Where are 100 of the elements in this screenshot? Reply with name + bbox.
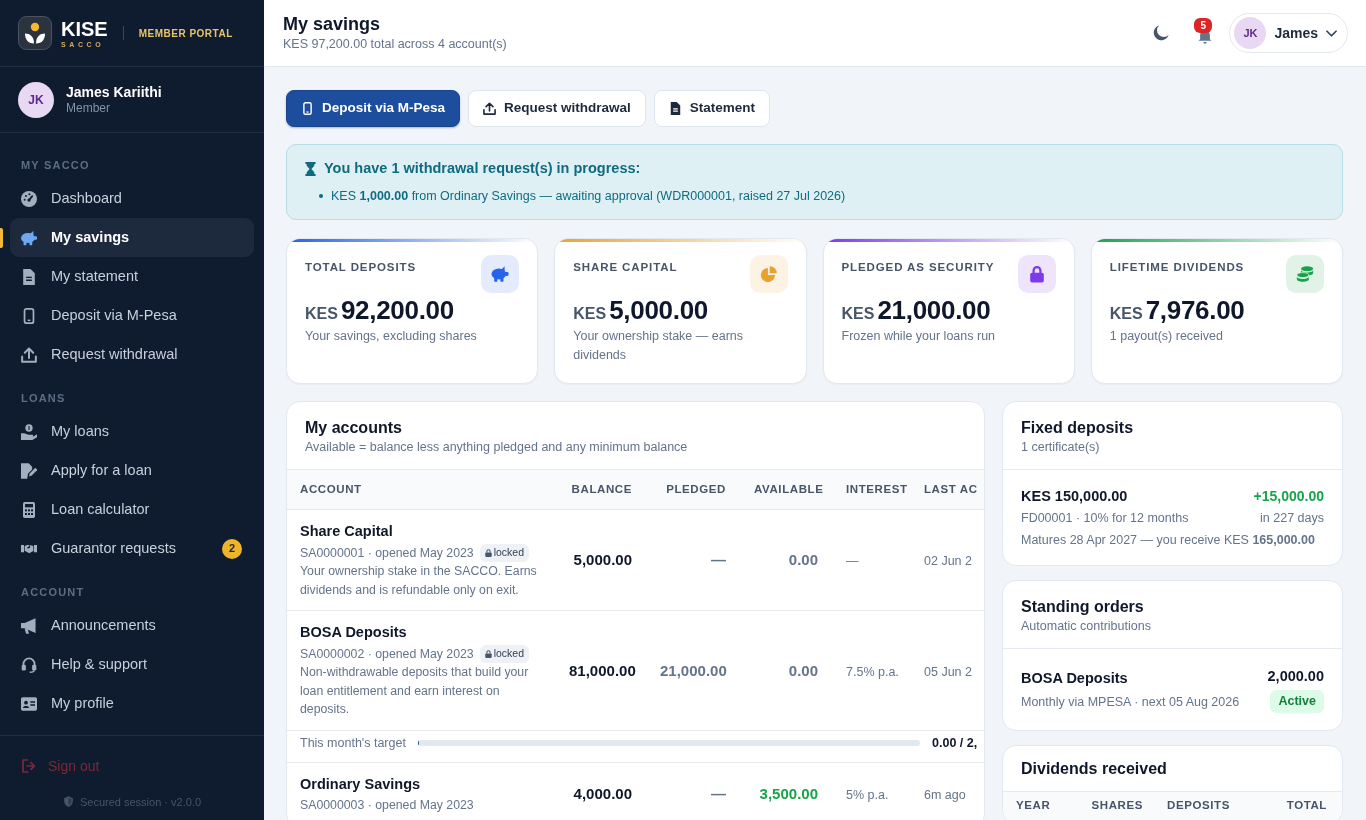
balance-value: 81,000.00 xyxy=(569,661,636,679)
column-header: DEPOSITS xyxy=(1166,797,1230,813)
nav-item[interactable]: Request withdrawal xyxy=(10,335,254,374)
stat-note: 1 payout(s) received xyxy=(1109,328,1224,346)
nav-item[interactable]: My loans xyxy=(10,412,254,451)
user-name: James Kariithi xyxy=(66,83,162,101)
stat-label: SHARE CAPITAL xyxy=(573,259,678,275)
moon-icon[interactable] xyxy=(1153,25,1170,41)
maturity-note: Matures 28 Apr 2027 — you receive KES 165,000.00 xyxy=(1021,532,1316,550)
nav-item[interactable]: My profile xyxy=(10,684,254,723)
card-title: Dividends received xyxy=(1021,758,1168,779)
page-subtitle: KES 97,200.00 total across 4 account(s) xyxy=(283,35,507,52)
pledged-value: — xyxy=(711,551,726,569)
nav-item[interactable]: Apply for a loan xyxy=(10,451,254,490)
column-header: BALANCE xyxy=(555,469,646,510)
column-header: AVAILABLE xyxy=(740,469,832,510)
session-note: Secured session · v2.0.0 xyxy=(79,794,202,810)
active-indicator xyxy=(0,228,3,248)
account-name: Ordinary Savings xyxy=(300,774,422,794)
card-title: Fixed deposits xyxy=(1021,418,1135,439)
stat-value: KES 5,000.00 xyxy=(573,295,709,325)
balance-value: 5,000.00 xyxy=(573,551,632,569)
stat-value: KES 7,976.00 xyxy=(1109,295,1246,325)
column-header: PLEDGED xyxy=(646,469,740,510)
nav-item[interactable]: Deposit via M-Pesa xyxy=(10,296,254,335)
stat-label: PLEDGED AS SECURITY xyxy=(841,259,995,275)
page-title: My savings xyxy=(283,14,382,36)
deposit-details: FD00001 · 10% for 12 months xyxy=(1021,510,1189,528)
id-card-icon xyxy=(21,695,37,712)
chevron-down-icon xyxy=(1326,29,1337,37)
last-activity: 02 Jun 2 xyxy=(924,554,972,569)
account-meta: SA0000001 · opened May 2023 xyxy=(300,544,474,562)
nav-item[interactable]: Guarantor requests 2 xyxy=(10,529,254,568)
days-remaining: in 227 days xyxy=(1260,510,1324,528)
column-header: SHARES xyxy=(1090,797,1143,813)
nav-item[interactable]: Dashboard xyxy=(10,179,254,218)
pie-chart-icon xyxy=(749,254,788,293)
order-schedule: Monthly via MPESA · next 05 Aug 2026 xyxy=(1021,693,1240,711)
stat-note: Frozen while your loans run xyxy=(841,328,997,346)
piggy-bank-icon xyxy=(481,254,520,293)
pledged-value: 21,000.00 xyxy=(660,661,727,679)
user-avatar: JK xyxy=(1234,17,1267,49)
stat-label: LIFETIME DIVIDENDS xyxy=(1109,259,1245,275)
nav-item[interactable]: Help & support xyxy=(10,645,254,684)
section-label: LOANS xyxy=(20,391,67,405)
card-subtitle: 1 certificate(s) xyxy=(1021,438,1101,456)
card-title: Standing orders xyxy=(1021,597,1145,618)
stat-value: KES 21,000.00 xyxy=(841,295,992,325)
account-name: Share Capital xyxy=(300,522,394,542)
document-icon xyxy=(21,268,37,285)
nav-item[interactable]: My statement xyxy=(10,257,254,296)
bullet-icon xyxy=(319,194,323,199)
signed-document-icon xyxy=(21,462,37,479)
deposit-amount: KES 150,000.00 xyxy=(1021,487,1128,507)
gauge-icon xyxy=(21,190,37,207)
megaphone-icon xyxy=(21,617,37,634)
target-reading: 0.00 / 2, xyxy=(932,734,979,752)
lock-icon xyxy=(484,548,492,557)
lock-icon xyxy=(1017,254,1056,293)
interest-rate: 7.5% p.a. xyxy=(846,664,899,679)
column-header: YEAR xyxy=(1016,797,1052,813)
headset-icon xyxy=(21,656,37,673)
available-value: 3,500.00 xyxy=(759,785,818,803)
statement-button[interactable]: Statement xyxy=(653,90,771,127)
hourglass-icon xyxy=(305,161,316,176)
coins-icon xyxy=(1286,254,1324,293)
last-activity: 05 Jun 2 xyxy=(924,664,972,679)
column-header: LAST AC xyxy=(912,469,984,510)
section-label: ACCOUNT xyxy=(20,585,86,599)
account-meta: SA0000003 · opened May 2023 xyxy=(300,796,474,814)
upload-icon xyxy=(21,346,37,363)
stat-value: KES 92,200.00 xyxy=(305,295,455,325)
order-amount: 2,000.00 xyxy=(1267,667,1324,687)
stat-note: Your ownership stake — earns dividends xyxy=(573,328,745,365)
available-value: 0.00 xyxy=(788,551,818,569)
interest-rate: — xyxy=(846,554,859,569)
brand-name: KISE xyxy=(61,18,108,39)
withdrawal-button[interactable]: Request withdrawal xyxy=(468,90,646,127)
nav-item[interactable]: Loan calculator xyxy=(10,490,254,529)
notification-badge: 5 xyxy=(1194,18,1212,33)
card-subtitle: Available = balance less anything pledged and any minimum balance xyxy=(305,438,689,456)
hand-coin-icon xyxy=(21,423,37,440)
nav-item[interactable]: Announcements xyxy=(10,606,254,645)
account-description: Non-withdrawable deposits that build your loan entitlement and earn interest on deposits. xyxy=(300,664,530,719)
column-header: ACCOUNT xyxy=(287,469,555,510)
available-value: 0.00 xyxy=(788,661,818,679)
document-icon xyxy=(668,102,682,115)
stat-label: TOTAL DEPOSITS xyxy=(305,259,416,275)
user-avatar: JK xyxy=(18,81,54,118)
lock-icon xyxy=(484,649,492,658)
user-role: Member xyxy=(66,100,111,116)
user-menu[interactable]: JK James xyxy=(1229,13,1348,53)
alert-text: KES 1,000.00 from Ordinary Savings — awaiting approval (WDR000001, raised 27 Jul 2026) xyxy=(331,187,846,205)
balance-value: 4,000.00 xyxy=(573,785,632,803)
interest-gain: +15,000.00 xyxy=(1253,487,1324,507)
deposit-button[interactable]: Deposit via M-Pesa xyxy=(286,90,461,127)
last-activity: 6m ago xyxy=(924,788,966,803)
interest-rate: 5% p.a. xyxy=(846,788,889,803)
lock-label: locked xyxy=(493,545,525,560)
card-subtitle: Automatic contributions xyxy=(1021,617,1152,635)
